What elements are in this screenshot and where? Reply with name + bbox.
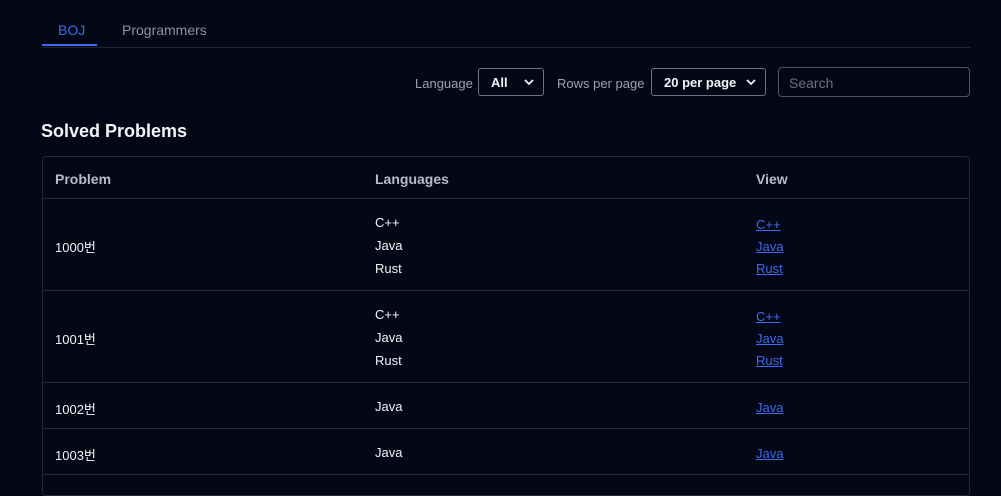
header-divider (43, 198, 969, 199)
view-link[interactable]: Rust (756, 353, 783, 368)
row-divider (43, 290, 969, 291)
chevron-down-icon (746, 79, 756, 86)
column-header-languages: Languages (375, 171, 449, 187)
search-input[interactable]: Search (778, 67, 970, 97)
view-link[interactable]: Java (756, 331, 783, 346)
problem-cell: 1000번 (55, 240, 96, 255)
language-item: Java (375, 330, 403, 345)
chevron-down-icon (524, 79, 534, 86)
column-header-view: View (756, 171, 788, 187)
row-divider (43, 474, 969, 475)
column-header-problem: Problem (55, 171, 112, 187)
language-select-value: All (491, 75, 508, 90)
view-link[interactable]: Java (756, 446, 783, 461)
language-item: Java (375, 445, 403, 460)
view-link[interactable]: C++ (756, 309, 781, 324)
view-link[interactable]: Java (756, 239, 783, 254)
tab-boj[interactable]: BOJ (58, 22, 85, 38)
problem-cell: 1002번 (55, 402, 96, 417)
page-title: Solved Problems (41, 121, 188, 141)
view-link[interactable]: Java (756, 400, 783, 415)
view-link[interactable]: C++ (756, 217, 781, 232)
language-label: Language (415, 76, 473, 91)
language-item: Java (375, 238, 403, 253)
language-select[interactable]: All (478, 68, 544, 96)
tab-programmers[interactable]: Programmers (122, 22, 207, 38)
rows-per-page-label: Rows per page (557, 76, 645, 91)
language-item: C++ (375, 215, 400, 230)
view-link[interactable]: Rust (756, 261, 783, 276)
language-item: Java (375, 399, 403, 414)
active-tab-indicator (42, 44, 97, 46)
rows-per-page-value: 20 per page (664, 75, 737, 90)
search-placeholder: Search (789, 75, 834, 91)
problem-cell: 1003번 (55, 448, 96, 463)
rows-per-page-select[interactable]: 20 per page (651, 68, 766, 96)
row-divider (43, 382, 969, 383)
row-divider (43, 428, 969, 429)
language-item: Rust (375, 261, 402, 276)
language-item: Rust (375, 353, 402, 368)
language-item: C++ (375, 307, 400, 322)
tab-bar: BOJ Programmers (42, 0, 970, 48)
problem-cell: 1001번 (55, 332, 96, 347)
problems-table: Problem Languages View 1000번 C++ Java Ru… (42, 156, 970, 496)
